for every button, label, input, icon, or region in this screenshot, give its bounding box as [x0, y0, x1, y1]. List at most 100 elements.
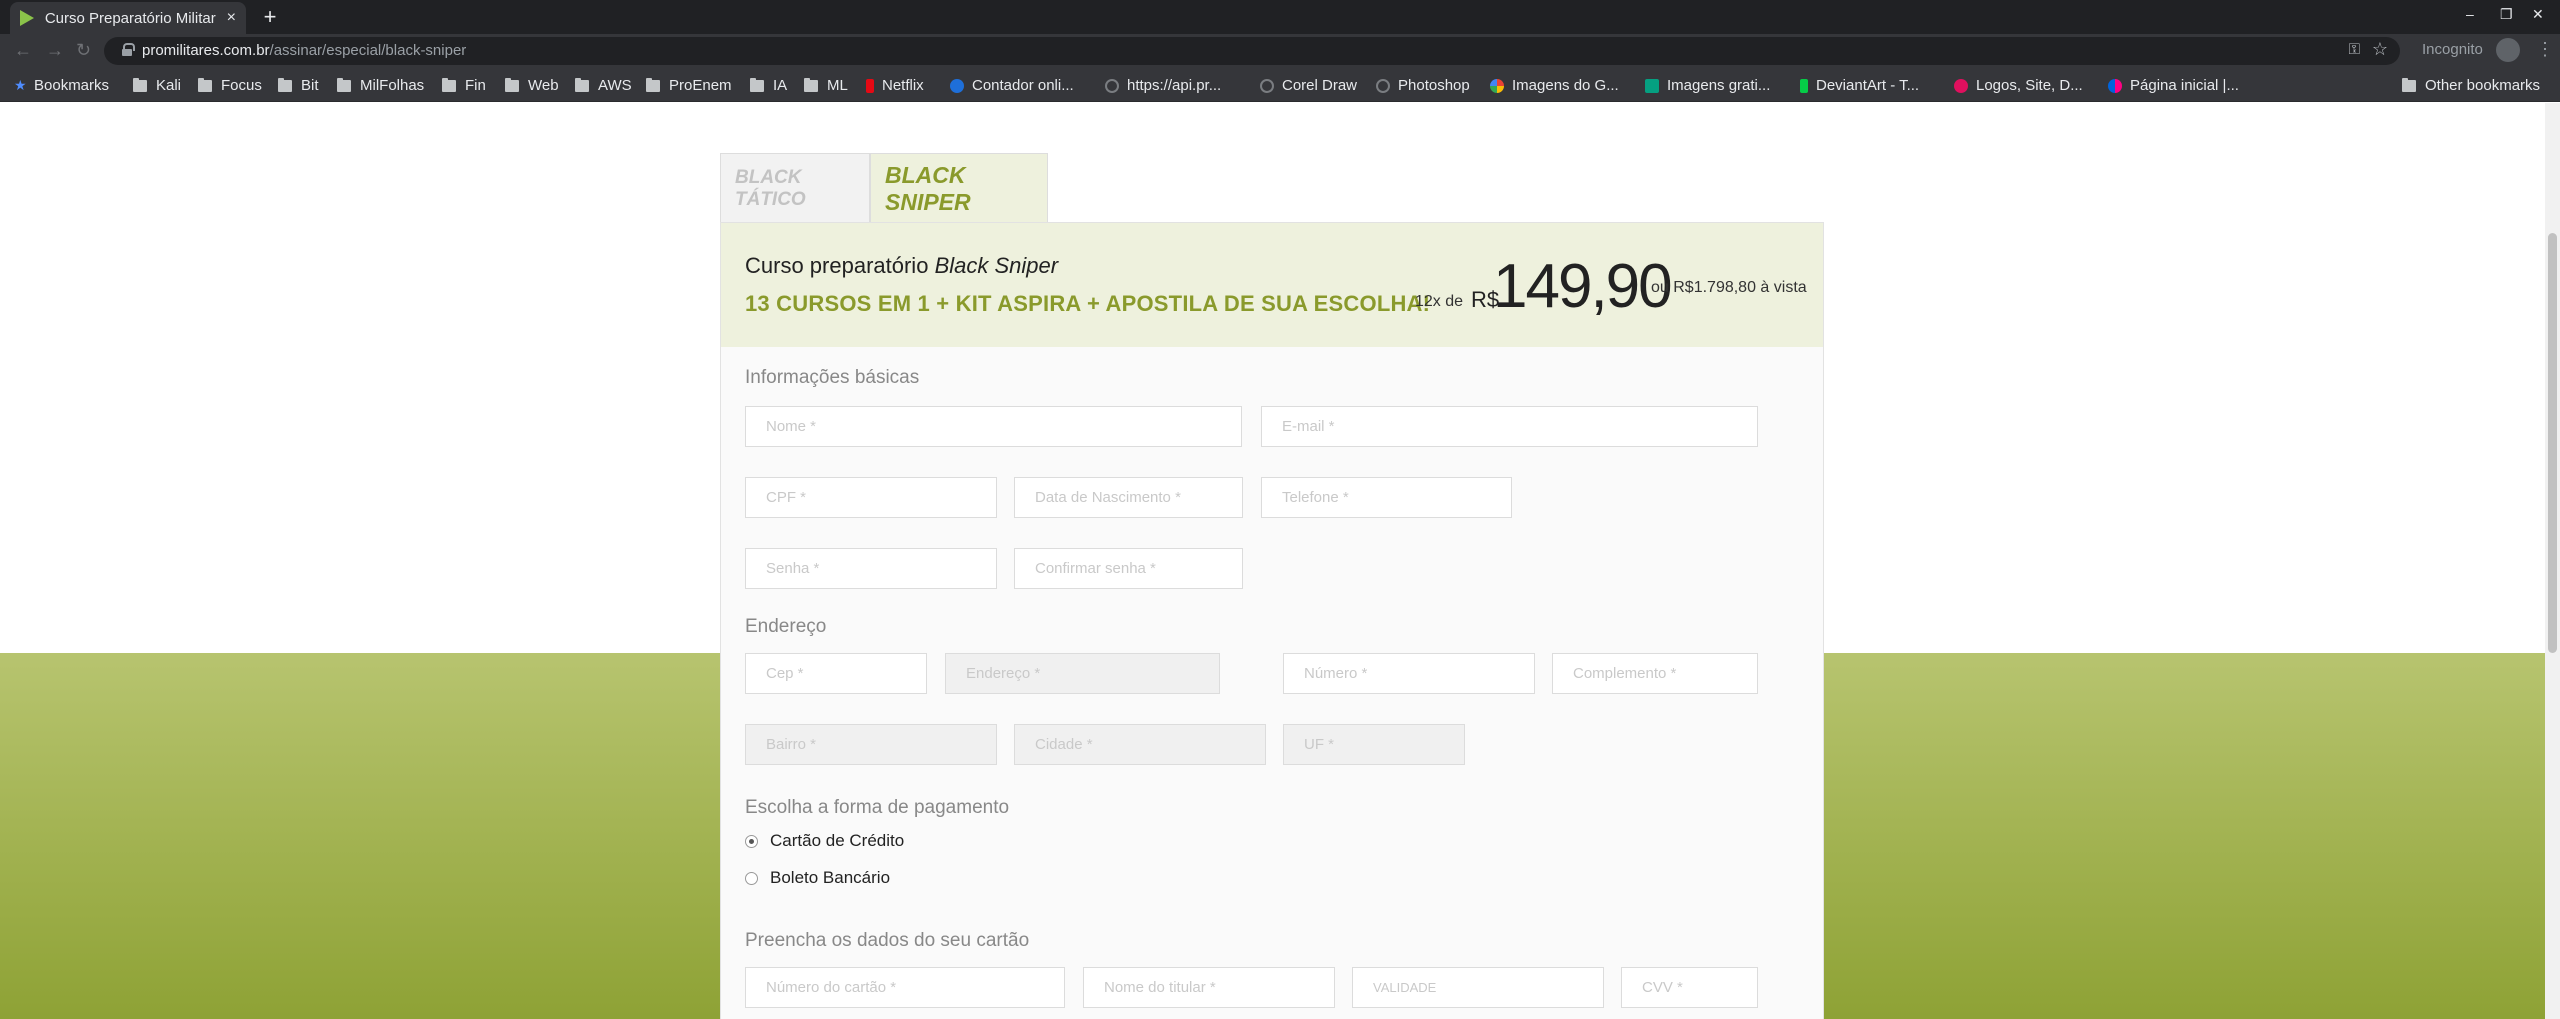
address-title: Endereço	[745, 616, 827, 637]
minimize-icon[interactable]: –	[2466, 6, 2474, 22]
bookmark-item[interactable]: Contador onli...	[950, 77, 1074, 94]
expiry-field[interactable]	[1352, 967, 1604, 1008]
logos-icon	[1954, 78, 1968, 93]
forward-icon[interactable]: →	[46, 40, 64, 61]
folder-icon	[278, 77, 292, 92]
address-field[interactable]	[945, 653, 1220, 694]
signup-card: Curso preparatório Black Sniper 13 CURSO…	[720, 222, 1824, 1019]
password-field[interactable]	[745, 548, 997, 589]
bookmark-item[interactable]: Fin	[442, 77, 486, 94]
boleto-label: Boleto Bancário	[770, 868, 891, 887]
city-field[interactable]	[1014, 724, 1266, 765]
cardholder-name-field[interactable]	[1083, 967, 1335, 1008]
new-tab-button[interactable]: +	[258, 6, 282, 30]
reload-icon[interactable]: ↻	[76, 40, 91, 61]
number-field[interactable]	[1283, 653, 1535, 694]
bookmark-item[interactable]: DeviantArt - T...	[1800, 77, 1919, 94]
credit-card-label: Cartão de Crédito	[770, 831, 905, 850]
complement-field[interactable]	[1552, 653, 1758, 694]
menu-icon[interactable]: ⋮	[2536, 40, 2554, 58]
folder-icon	[646, 77, 660, 92]
bookmark-item[interactable]: ProEnem	[646, 77, 732, 94]
credit-card-radio[interactable]	[745, 834, 758, 848]
birthdate-field[interactable]	[1014, 477, 1243, 518]
bookmark-item[interactable]: Photoshop	[1376, 77, 1470, 94]
folder-icon	[198, 77, 212, 92]
back-icon[interactable]: ←	[14, 40, 32, 61]
state-field[interactable]	[1283, 724, 1465, 765]
folder-icon	[575, 77, 589, 92]
netflix-icon	[866, 78, 874, 93]
tab-close-icon[interactable]: ×	[227, 9, 236, 27]
tab-black-tatico[interactable]: BLACK TÁTICO	[720, 153, 870, 223]
bookmark-item[interactable]: Focus	[198, 77, 262, 94]
tab-black-sniper[interactable]: BLACK SNIPER	[870, 153, 1048, 223]
email-field[interactable]	[1261, 406, 1758, 447]
browser-tab[interactable]: Curso Preparatório Militar ×	[10, 2, 246, 34]
plan-tabs: BLACK TÁTICO BLACK SNIPER	[720, 153, 1048, 223]
close-window-icon[interactable]: ✕	[2532, 6, 2544, 23]
bookmark-item[interactable]: https://api.pr...	[1105, 77, 1221, 94]
price-installments: 12x de	[1415, 293, 1464, 310]
contador-icon	[950, 78, 964, 93]
url-text: promilitares.com.br/assinar/especial/bla…	[142, 42, 467, 59]
name-field[interactable]	[745, 406, 1242, 447]
browser-toolbar: ← → ↻ promilitares.com.br/assinar/especi…	[0, 34, 2560, 68]
card-data-title: Preencha os dados do seu cartão	[745, 930, 1030, 951]
folder-icon	[442, 77, 456, 92]
scrollbar-thumb[interactable]	[2548, 233, 2557, 653]
district-field[interactable]	[745, 724, 997, 765]
globe-icon	[1105, 78, 1119, 93]
course-title: Curso preparatório Black Sniper	[745, 253, 1059, 278]
bookmark-item[interactable]: Netflix	[866, 77, 924, 94]
cpf-field[interactable]	[745, 477, 997, 518]
bookmark-item[interactable]: AWS	[575, 77, 632, 94]
globe-icon	[1376, 78, 1390, 93]
payment-boleto-option[interactable]: Boleto Bancário	[745, 868, 890, 888]
lock-icon	[122, 43, 135, 56]
bookmarks-bar: ★ Bookmarks Kali Focus Bit MilFolhas Fin …	[0, 68, 2560, 102]
price-value: 149,90	[1493, 252, 1673, 321]
bookmark-item[interactable]: ★ Bookmarks	[14, 77, 109, 94]
page-scrollbar[interactable]	[2545, 103, 2560, 1019]
folder-icon	[133, 77, 147, 92]
boleto-radio[interactable]	[745, 871, 758, 885]
bookmark-item[interactable]: Web	[505, 77, 559, 94]
payment-credit-card-option[interactable]: Cartão de Crédito	[745, 831, 904, 851]
folder-icon	[2402, 77, 2416, 92]
bookmark-item[interactable]: ML	[804, 77, 848, 94]
bookmark-item[interactable]: Imagens grati...	[1645, 77, 1770, 94]
bookmark-item[interactable]: Corel Draw	[1260, 77, 1357, 94]
basic-info-title: Informações básicas	[745, 367, 920, 388]
folder-icon	[505, 77, 519, 92]
bookmark-item[interactable]: Página inicial |...	[2108, 77, 2239, 94]
folder-icon	[750, 77, 764, 92]
cvv-field[interactable]	[1621, 967, 1758, 1008]
pexels-icon	[1645, 78, 1659, 93]
card-number-field[interactable]	[745, 967, 1065, 1008]
site-favicon-icon	[20, 10, 36, 26]
bookmark-item[interactable]: Kali	[133, 77, 181, 94]
maximize-icon[interactable]: ❐	[2500, 6, 2513, 23]
bookmark-item[interactable]: MilFolhas	[337, 77, 424, 94]
key-icon[interactable]: ⚿	[2349, 41, 2360, 58]
flickr-icon	[2108, 78, 2122, 93]
price-cash: ou R$1.798,80 à vista	[1651, 279, 1807, 296]
bookmark-item[interactable]: Imagens do G...	[1490, 77, 1619, 94]
phone-field[interactable]	[1261, 477, 1512, 518]
browser-tab-bar: Curso Preparatório Militar × + – ❐ ✕	[0, 0, 2560, 34]
folder-icon	[804, 77, 818, 92]
tab-title: Curso Preparatório Militar	[44, 9, 216, 27]
bookmark-item[interactable]: IA	[750, 77, 787, 94]
bookmark-item[interactable]: Bit	[278, 77, 319, 94]
incognito-avatar-icon[interactable]	[2496, 38, 2520, 62]
plan-header: Curso preparatório Black Sniper 13 CURSO…	[721, 223, 1823, 347]
confirm-password-field[interactable]	[1014, 548, 1243, 589]
cep-field[interactable]	[745, 653, 927, 694]
bookmark-item[interactable]: Logos, Site, D...	[1954, 77, 2083, 94]
star-icon: ★	[14, 77, 27, 93]
bookmark-star-icon[interactable]: ☆	[2372, 39, 2388, 60]
page-content: BLACK TÁTICO BLACK SNIPER Curso preparat…	[0, 103, 2545, 1019]
bookmark-item[interactable]: Other bookmarks	[2402, 77, 2540, 94]
address-bar[interactable]: promilitares.com.br/assinar/especial/bla…	[104, 37, 2400, 65]
